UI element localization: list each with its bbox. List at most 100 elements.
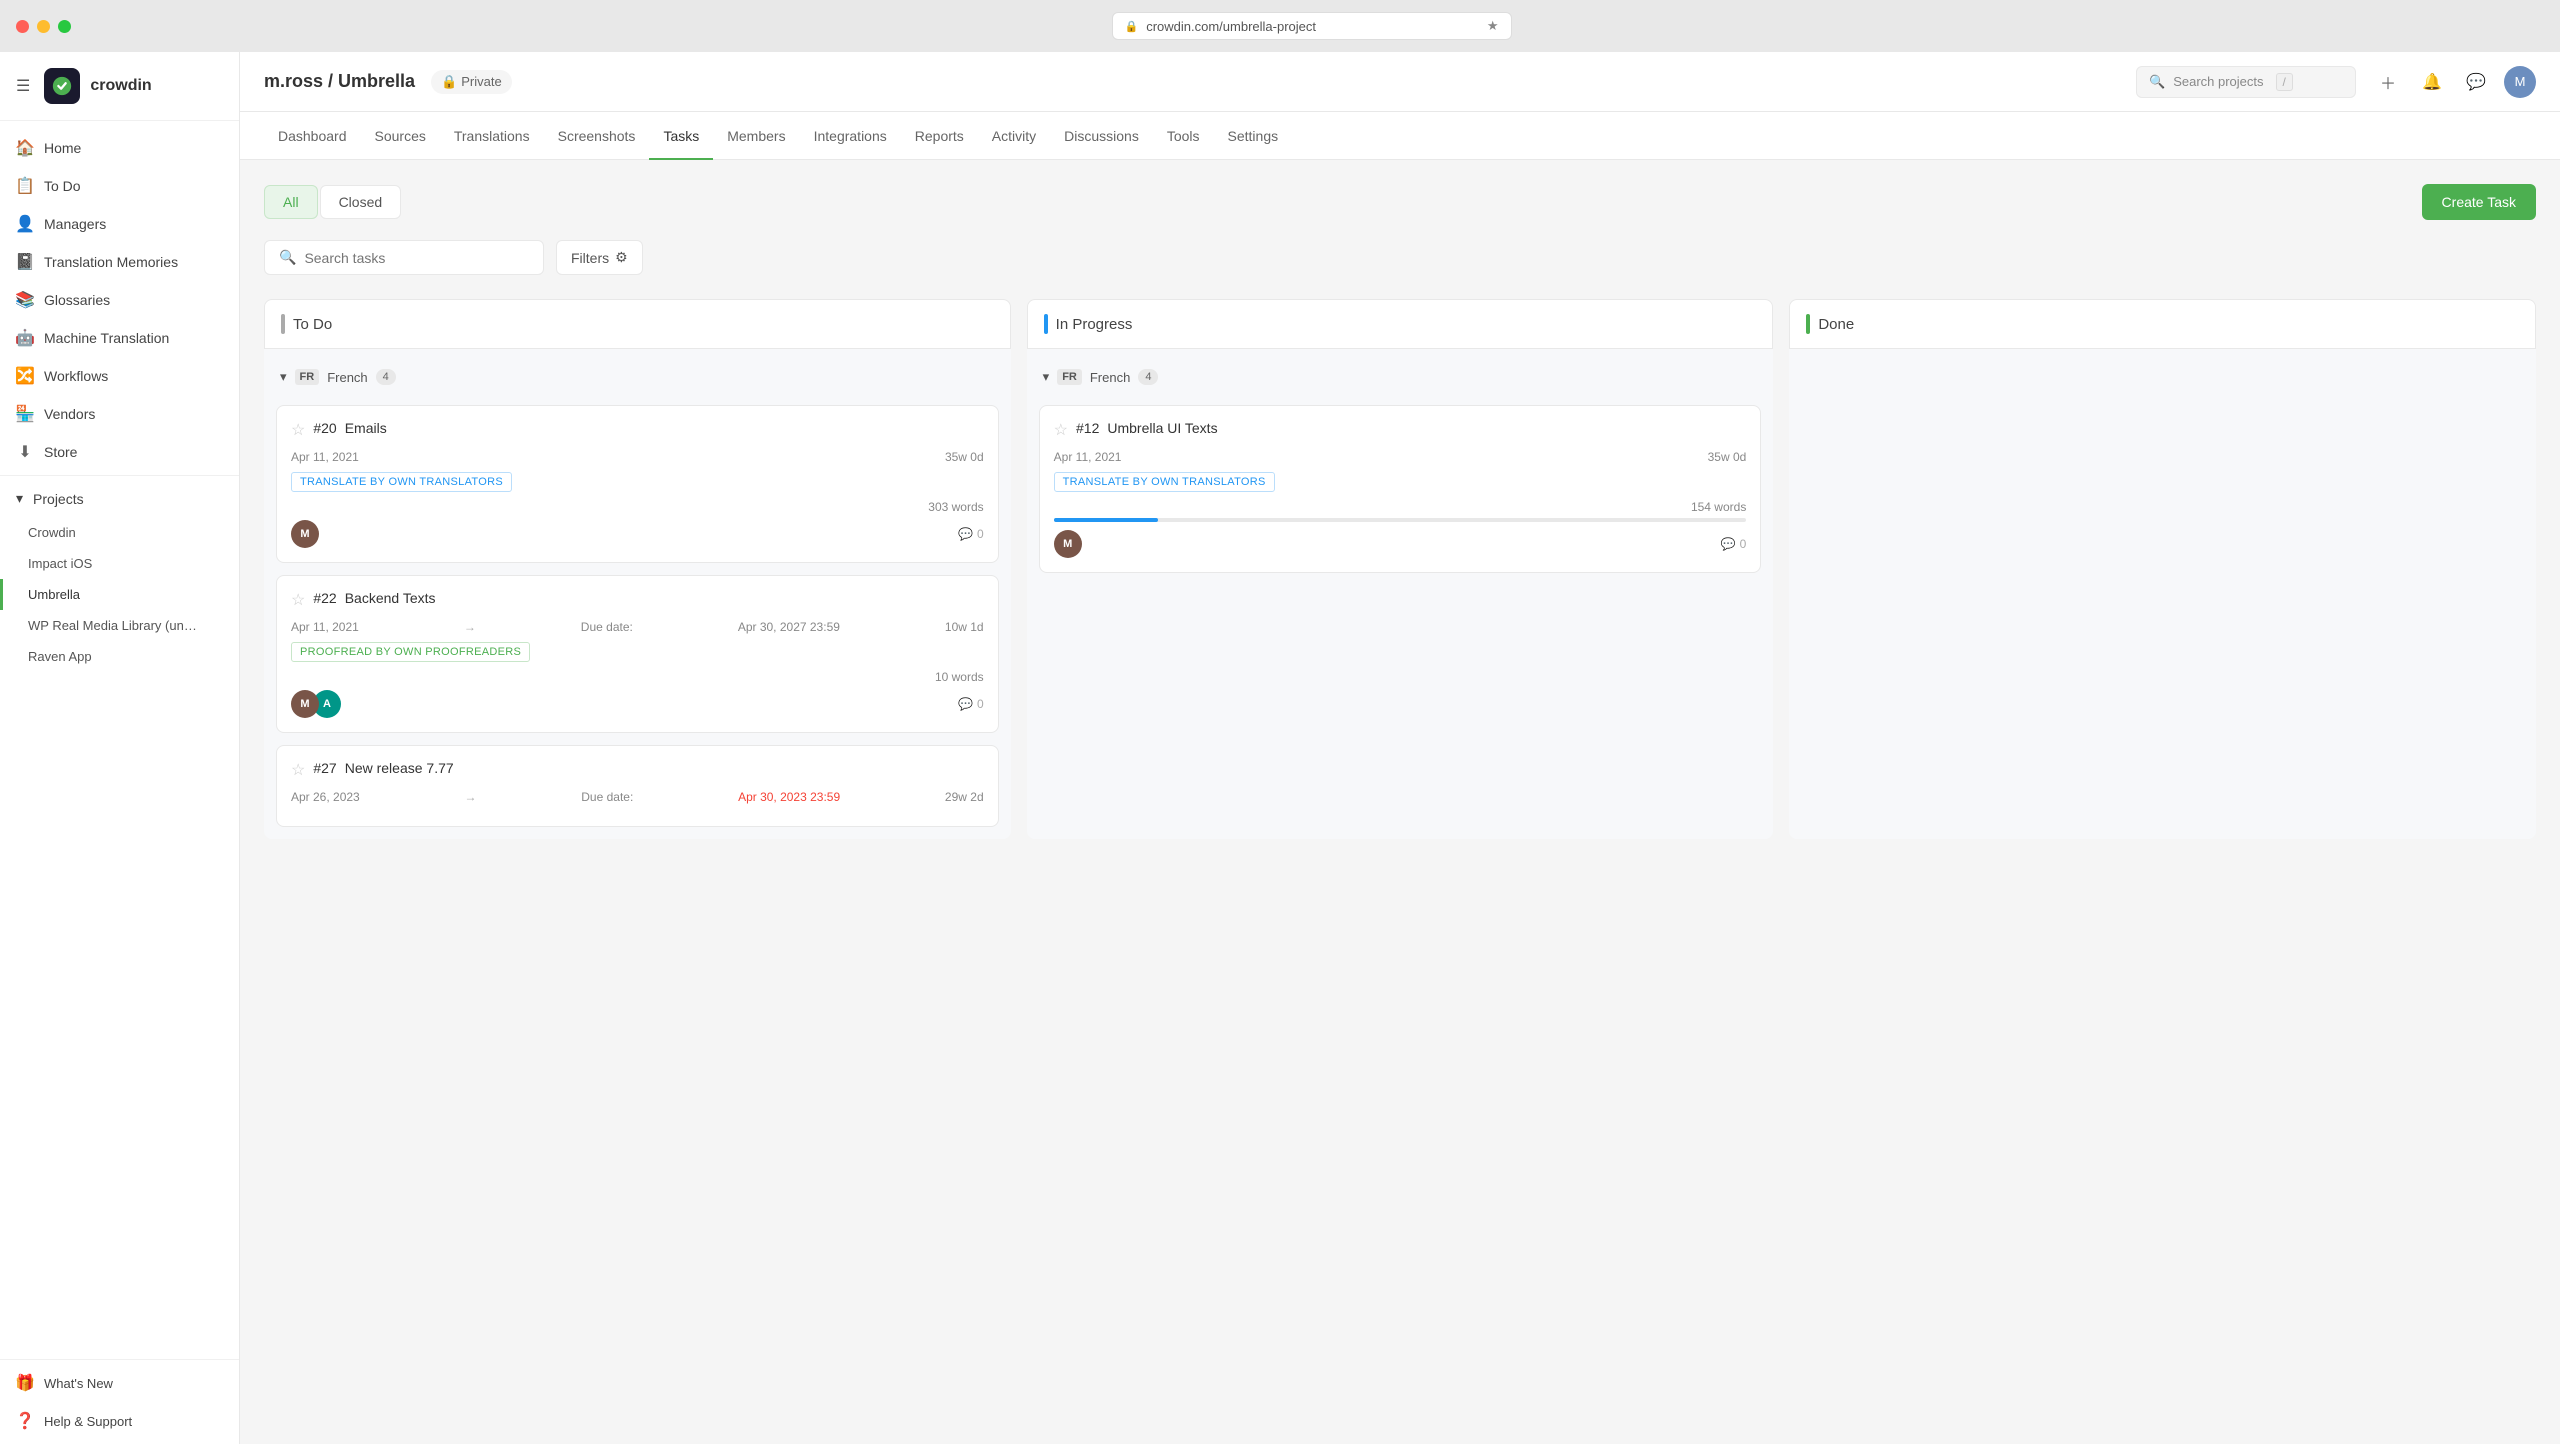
add-button[interactable]: ＋ <box>2372 66 2404 98</box>
avatar: M <box>291 520 319 548</box>
sidebar-item-translation-memories[interactable]: 📓 Translation Memories <box>0 243 239 281</box>
project-item-crowdin[interactable]: Crowdin <box>0 517 239 548</box>
search-tasks-field[interactable] <box>304 250 529 266</box>
close-button[interactable] <box>16 20 29 33</box>
sidebar-item-machine-translation[interactable]: 🤖 Machine Translation <box>0 319 239 357</box>
sidebar-item-store[interactable]: ⬇ Store <box>0 433 239 471</box>
sidebar-item-todo[interactable]: 📋 To Do <box>0 167 239 205</box>
group-count: 4 <box>1138 369 1158 385</box>
sidebar-item-label: Vendors <box>44 406 95 422</box>
todo-indicator <box>281 314 285 334</box>
search-projects-input[interactable]: 🔍 Search projects / <box>2136 66 2356 98</box>
tab-tools[interactable]: Tools <box>1153 112 1214 160</box>
task-card-27[interactable]: ☆ #27 New release 7.77 Apr 26, 2023 → Du… <box>276 745 999 827</box>
group-header-fr-inprogress[interactable]: ▾ FR French 4 <box>1039 361 1762 393</box>
card-words: 10 words <box>291 670 984 684</box>
tab-integrations[interactable]: Integrations <box>800 112 901 160</box>
sidebar-item-whats-new[interactable]: 🎁 What's New <box>0 1364 239 1402</box>
sidebar-item-label: Home <box>44 140 81 156</box>
tab-members[interactable]: Members <box>713 112 799 160</box>
glossaries-icon: 📚 <box>16 291 34 309</box>
tab-activity[interactable]: Activity <box>978 112 1050 160</box>
card-tag-wrap: PROOFREAD BY OWN PROOFREADERS <box>291 642 984 670</box>
store-icon: ⬇ <box>16 443 34 461</box>
bookmark-icon[interactable]: ★ <box>1487 18 1499 34</box>
card-date: Apr 11, 2021 <box>291 620 359 634</box>
column-title-todo: To Do <box>293 316 332 333</box>
filter-all-button[interactable]: All <box>264 185 318 219</box>
user-avatar[interactable]: M <box>2504 66 2536 98</box>
comment-count: 💬 0 <box>958 527 984 541</box>
projects-toggle[interactable]: ▾ Projects <box>0 480 239 517</box>
filter-closed-button[interactable]: Closed <box>320 185 402 219</box>
avatar: M <box>1054 530 1082 558</box>
maximize-button[interactable] <box>58 20 71 33</box>
card-duration: 35w 0d <box>1708 450 1747 464</box>
project-label: Crowdin <box>28 525 76 540</box>
search-tasks-icon: 🔍 <box>279 249 296 266</box>
workflows-icon: 🔀 <box>16 367 34 385</box>
task-card-22[interactable]: ☆ #22 Backend Texts Apr 11, 2021 → Due d… <box>276 575 999 733</box>
tab-translations[interactable]: Translations <box>440 112 544 160</box>
tab-discussions[interactable]: Discussions <box>1050 112 1153 160</box>
comment-number: 0 <box>977 697 984 711</box>
star-icon[interactable]: ☆ <box>291 590 305 610</box>
lang-badge-fr: FR <box>295 369 320 385</box>
tab-tasks[interactable]: Tasks <box>649 112 713 160</box>
sidebar-item-managers[interactable]: 👤 Managers <box>0 205 239 243</box>
whats-new-icon: 🎁 <box>16 1374 34 1392</box>
project-item-raven-app[interactable]: Raven App <box>0 641 239 672</box>
sidebar-item-label: Help & Support <box>44 1414 132 1429</box>
card-footer: M A 💬 0 <box>291 690 984 718</box>
sidebar-item-vendors[interactable]: 🏪 Vendors <box>0 395 239 433</box>
project-label: Impact iOS <box>28 556 92 571</box>
search-tasks-input[interactable]: 🔍 <box>264 240 544 275</box>
tab-screenshots[interactable]: Screenshots <box>544 112 650 160</box>
tab-reports[interactable]: Reports <box>901 112 978 160</box>
sidebar-item-help-support[interactable]: ❓ Help & Support <box>0 1402 239 1440</box>
sidebar-item-workflows[interactable]: 🔀 Workflows <box>0 357 239 395</box>
star-icon[interactable]: ☆ <box>291 420 305 440</box>
sidebar-item-label: Machine Translation <box>44 330 169 346</box>
notifications-button[interactable]: 🔔 <box>2416 66 2448 98</box>
kanban-board: To Do ▾ FR French 4 ☆ <box>264 299 2536 839</box>
star-icon[interactable]: ☆ <box>1054 420 1068 440</box>
project-title: m.ross / Umbrella <box>264 71 415 92</box>
sidebar-item-home[interactable]: 🏠 Home <box>0 129 239 167</box>
column-title-in-progress: In Progress <box>1056 316 1133 333</box>
hamburger-button[interactable]: ☰ <box>16 76 30 96</box>
task-number: #20 <box>313 420 336 436</box>
search-icon: 🔍 <box>2149 74 2165 90</box>
sidebar: ☰ crowdin 🏠 Home 📋 To Do 👤 Managers <box>0 52 240 1444</box>
project-item-impact-ios[interactable]: Impact iOS <box>0 548 239 579</box>
address-bar[interactable]: 🔒 crowdin.com/umbrella-project ★ <box>1112 12 1512 40</box>
tab-sources[interactable]: Sources <box>361 112 440 160</box>
tab-dashboard[interactable]: Dashboard <box>264 112 361 160</box>
star-icon[interactable]: ☆ <box>291 760 305 780</box>
column-todo: To Do ▾ FR French 4 ☆ <box>264 299 1011 839</box>
messages-button[interactable]: 💬 <box>2460 66 2492 98</box>
project-item-wp-real-media[interactable]: WP Real Media Library (un… <box>0 610 239 641</box>
sidebar-item-glossaries[interactable]: 📚 Glossaries <box>0 281 239 319</box>
project-label: Umbrella <box>28 587 80 602</box>
task-card-20[interactable]: ☆ #20 Emails Apr 11, 2021 35w 0d TRANSLA… <box>276 405 999 563</box>
lock-icon: 🔒 <box>1125 20 1139 33</box>
card-date: Apr 26, 2023 <box>291 790 360 804</box>
column-done: Done <box>1789 299 2536 839</box>
task-title: New release 7.77 <box>345 760 454 776</box>
column-body-done <box>1789 349 2536 839</box>
card-tag: TRANSLATE BY OWN TRANSLATORS <box>291 472 512 492</box>
chevron-down-icon: ▾ <box>280 369 287 385</box>
sidebar-item-label: Glossaries <box>44 292 110 308</box>
card-tag: PROOFREAD BY OWN PROOFREADERS <box>291 642 530 662</box>
nav-divider <box>0 475 239 476</box>
minimize-button[interactable] <box>37 20 50 33</box>
group-header-fr-todo[interactable]: ▾ FR French 4 <box>276 361 999 393</box>
comment-icon: 💬 <box>958 527 973 541</box>
task-card-12[interactable]: ☆ #12 Umbrella UI Texts Apr 11, 2021 35w… <box>1039 405 1762 573</box>
tab-settings[interactable]: Settings <box>1214 112 1293 160</box>
project-item-umbrella[interactable]: Umbrella <box>0 579 239 610</box>
filters-button[interactable]: Filters ⚙ <box>556 240 643 275</box>
create-task-button[interactable]: Create Task <box>2422 184 2536 220</box>
card-header: ☆ #22 Backend Texts <box>291 590 984 610</box>
